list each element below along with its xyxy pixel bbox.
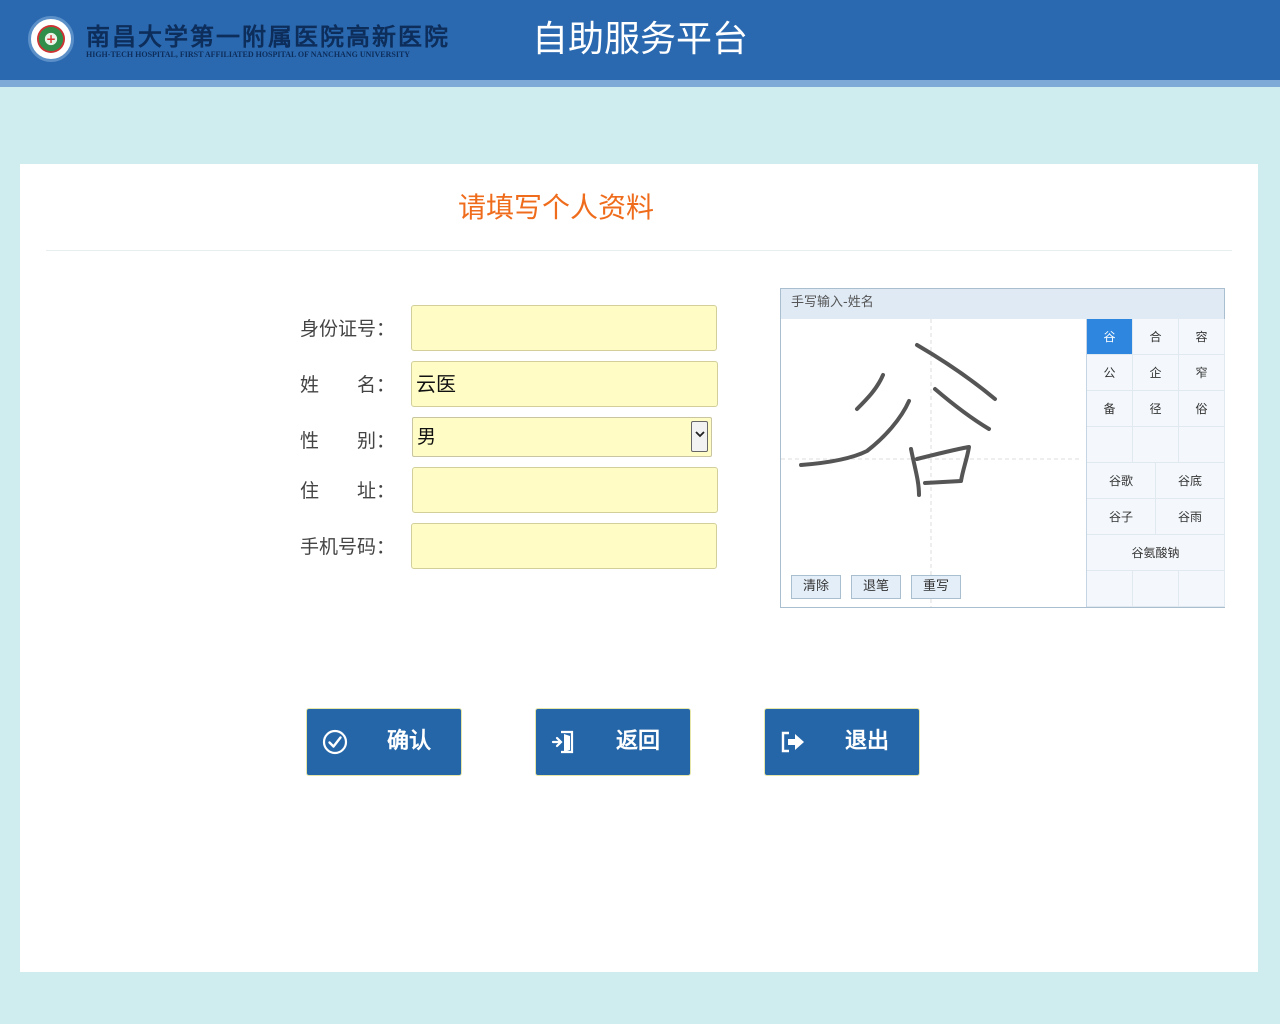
- candidate-panel: 谷 合 容 公 企 窄 备 径 俗 谷歌 谷底 谷子 谷雨 谷氨酸钠: [1086, 319, 1225, 607]
- hospital-name-cn: 南昌大学第一附属医院高新医院: [86, 22, 450, 51]
- candidate-word[interactable]: 谷歌: [1087, 463, 1156, 499]
- candidate-char[interactable]: 窄: [1179, 355, 1225, 391]
- hospital-name-en: HIGH-TECH HOSPITAL, FIRST AFFILIATED HOS…: [86, 50, 411, 59]
- candidate-char[interactable]: 径: [1133, 391, 1179, 427]
- gender-label: 性 别：: [300, 430, 396, 452]
- top-header: + 南昌大学第一附属医院高新医院 HIGH-TECH HOSPITAL, FIR…: [0, 0, 1280, 80]
- phone-label: 手机号码：: [300, 536, 396, 558]
- candidate-empty: [1087, 427, 1133, 463]
- address-input[interactable]: [412, 467, 718, 513]
- exit-button[interactable]: 退出: [764, 708, 920, 776]
- candidate-char[interactable]: 企: [1133, 355, 1179, 391]
- candidate-empty: [1087, 571, 1133, 607]
- candidate-empty: [1133, 427, 1179, 463]
- candidate-char[interactable]: 俗: [1179, 391, 1225, 427]
- candidate-empty: [1179, 571, 1225, 607]
- name-input[interactable]: 云医: [411, 361, 718, 407]
- id-number-label: 身份证号：: [300, 318, 396, 340]
- id-number-input[interactable]: [411, 305, 717, 351]
- candidate-char[interactable]: 公: [1087, 355, 1133, 391]
- back-label: 返回: [615, 729, 660, 754]
- candidate-empty: [1133, 571, 1179, 607]
- candidate-char[interactable]: 合: [1133, 319, 1179, 355]
- candidate-word[interactable]: 谷雨: [1156, 499, 1225, 535]
- form-panel: 请填写个人资料 身份证号： 姓 名： 云医 性 别： 男 住 址： 手机号码： …: [20, 164, 1258, 972]
- candidate-char[interactable]: 谷: [1087, 319, 1133, 355]
- candidate-char[interactable]: 备: [1087, 391, 1133, 427]
- title-divider: [46, 250, 1232, 251]
- confirm-button[interactable]: 确认: [306, 708, 462, 776]
- name-label: 姓 名：: [300, 374, 396, 396]
- undo-stroke-button[interactable]: 退笔: [851, 575, 901, 599]
- exit-label: 退出: [844, 729, 889, 754]
- handwriting-title: 手写输入-姓名: [781, 289, 1224, 319]
- candidate-char[interactable]: 容: [1179, 319, 1225, 355]
- clear-button[interactable]: 清除: [791, 575, 841, 599]
- gender-select-value: 男: [417, 426, 437, 448]
- gender-select[interactable]: 男: [412, 417, 712, 457]
- handwriting-pad: 手写输入-姓名 清除 退笔 重写 谷 合 容 公 企 窄 备 径 俗 谷歌 谷底…: [780, 288, 1225, 608]
- hospital-logo-icon: +: [28, 16, 74, 62]
- handwriting-canvas[interactable]: [781, 319, 1085, 607]
- candidate-word[interactable]: 谷氨酸钠: [1087, 535, 1225, 571]
- chevron-down-icon[interactable]: [691, 421, 708, 452]
- handwritten-stroke: [799, 343, 997, 497]
- confirm-label: 确认: [386, 729, 431, 754]
- header-divider: [0, 80, 1280, 87]
- form-title: 请填写个人资料: [458, 191, 655, 224]
- candidate-word[interactable]: 谷底: [1156, 463, 1225, 499]
- candidate-word[interactable]: 谷子: [1087, 499, 1156, 535]
- candidate-empty: [1179, 427, 1225, 463]
- platform-title: 自助服务平台: [532, 19, 749, 60]
- address-label: 住 址：: [300, 480, 396, 502]
- phone-input[interactable]: [411, 523, 717, 569]
- back-button[interactable]: 返回: [535, 708, 691, 776]
- rewrite-button[interactable]: 重写: [911, 575, 961, 599]
